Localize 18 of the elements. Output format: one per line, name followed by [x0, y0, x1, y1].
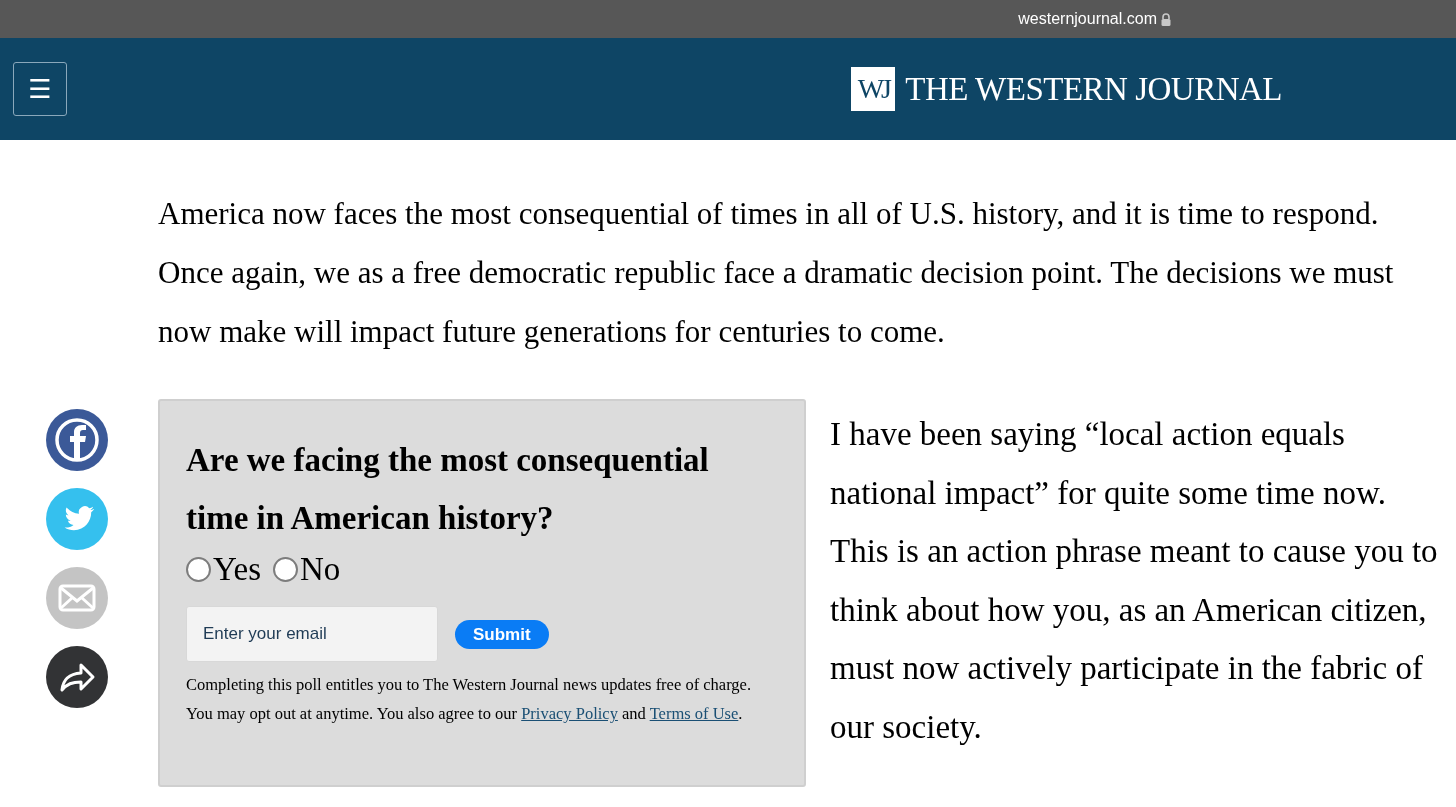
url-text[interactable]: westernjournal.com [1018, 7, 1157, 31]
logo-text[interactable]: THE WESTERN JOURNAL [905, 72, 1282, 106]
radio-button[interactable] [273, 556, 299, 582]
side-paragraph: I have been saying “local action equals national impact” for quite some time now. This is an action phrase meant to cause you to think about how you, as an American citizen, must now actively participate in the fabric of our society. [830, 415, 1439, 747]
menu-button[interactable]: ☰ [13, 62, 67, 116]
facebook-icon[interactable] [46, 409, 108, 471]
poll-disclaimer: Completing this poll entitles you to The Western Journal news updates free of charge. You may opt out at anytime. You also agree to our Privacy Policy and Terms of Use. [186, 674, 753, 725]
radio-button[interactable] [186, 556, 211, 582]
radio-label: Yes [213, 550, 262, 589]
logo-mark[interactable]: WJ [851, 67, 896, 111]
radio-label: No [300, 550, 341, 589]
privacy-policy-link[interactable]: Privacy Policy [521, 704, 618, 723]
submit-button[interactable]: Submit [455, 619, 549, 649]
email-field[interactable]: Enter your email [186, 606, 438, 662]
bird-icon[interactable] [46, 488, 108, 550]
intro-paragraph: America now faces the most consequential of times in all of U.S. history, and it is time to respond. Once again, we as a free democratic republic face a dramatic decision point. The decisions we must now make will impact future generations for centuries to come. [158, 195, 1395, 351]
poll-question: Are we facing the most consequential time in American history? [186, 441, 710, 538]
lock-icon [1161, 12, 1171, 26]
